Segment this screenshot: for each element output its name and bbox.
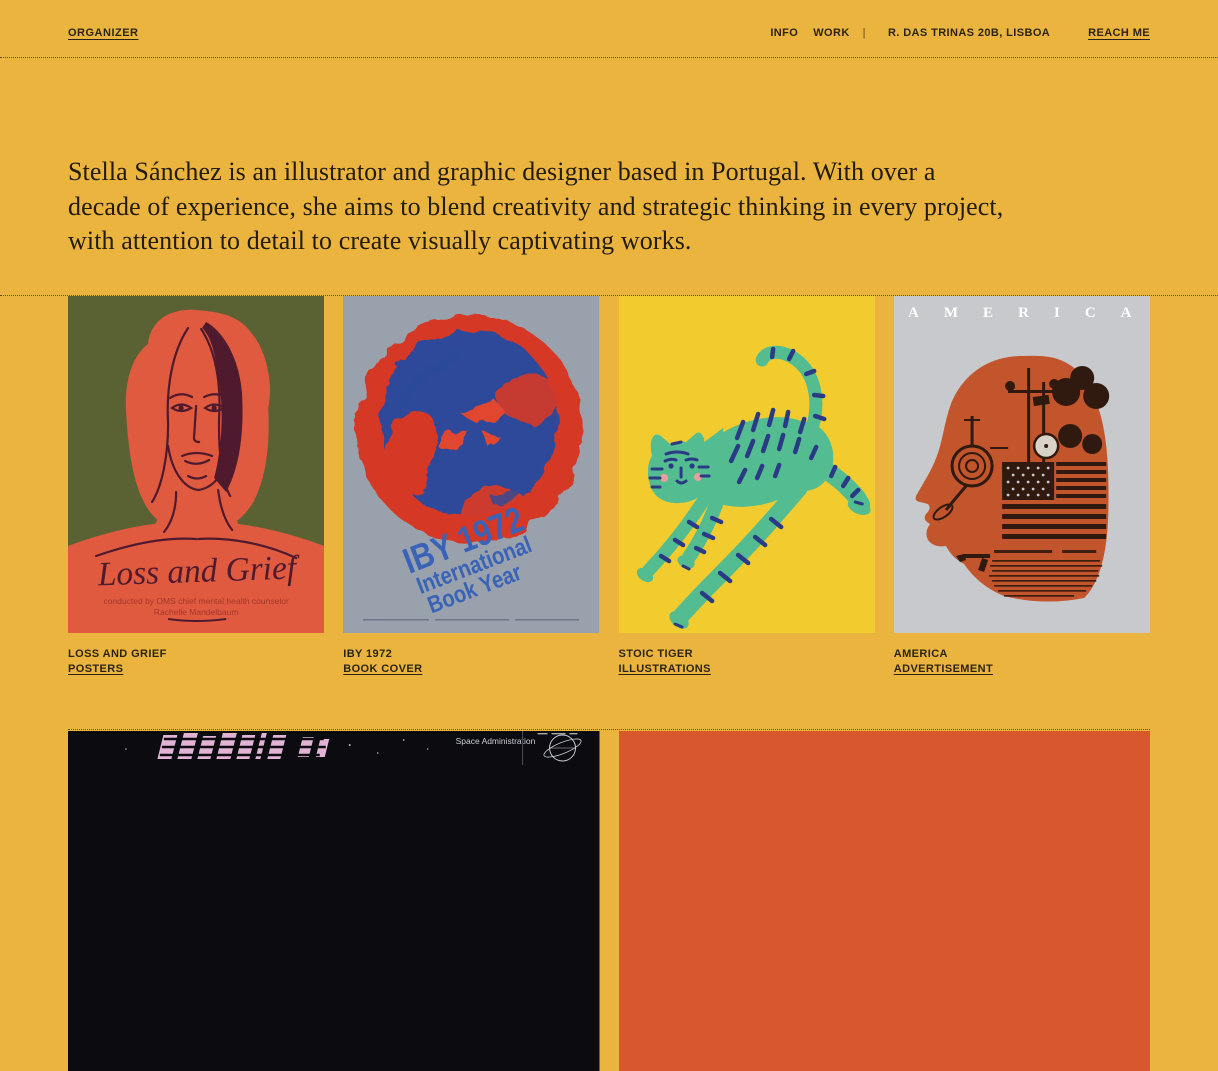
project-title: LOSS AND GRIEF: [68, 647, 324, 662]
intro-line: with attention to detail to create visua…: [68, 224, 1150, 259]
project-category-link[interactable]: ILLUSTRATIONS: [619, 662, 711, 677]
project-title: AMERICA: [894, 647, 1150, 662]
project-caption: LOSS AND GRIEF POSTERS: [68, 647, 324, 677]
america-poster-art: AMERICA: [894, 296, 1150, 633]
project-thumbnail-loss-and-grief[interactable]: Loss and Grief conducted by OMS chief me…: [68, 296, 324, 633]
intro-line: Stella Sánchez is an illustrator and gra…: [68, 155, 1150, 190]
iby-fine-print: [363, 619, 579, 621]
project-thumbnail-america[interactable]: AMERICA: [894, 296, 1150, 633]
nav-item-work[interactable]: WORK: [813, 27, 849, 39]
project-card-stoic-tiger: STOIC TIGER ILLUSTRATIONS: [619, 296, 875, 677]
project-thumbnail-orange[interactable]: [619, 731, 1151, 1071]
section-divider: [68, 729, 1150, 730]
space-poster-art: Space Administration: [68, 731, 600, 1071]
loss-and-grief-title-text: Loss and Grief: [96, 549, 301, 593]
gallery-row-2: Space Administration: [68, 731, 1150, 1071]
project-title: IBY 1972: [343, 647, 599, 662]
project-caption: STOIC TIGER ILLUSTRATIONS: [619, 647, 875, 677]
project-caption: AMERICA ADVERTISEMENT: [894, 647, 1150, 677]
project-card-iby-1972: IBY 1972 International Book Year IBY 197…: [343, 296, 599, 677]
project-caption: IBY 1972 BOOK COVER: [343, 647, 599, 677]
orange-poster-art: [619, 731, 1151, 1071]
intro-line: decade of experience, she aims to blend …: [68, 190, 1150, 225]
project-card-loss-and-grief: Loss and Grief conducted by OMS chief me…: [68, 296, 324, 677]
project-title: STOIC TIGER: [619, 647, 875, 662]
loss-and-grief-credit-text: Rachelle Mandelbaum: [154, 607, 239, 617]
loss-and-grief-credit-text: conducted by OMS chief mental health cou…: [103, 596, 288, 606]
project-card-america: AMERICA: [894, 296, 1150, 677]
project-thumbnail-stoic-tiger[interactable]: [619, 296, 875, 633]
gallery-row-1: Loss and Grief conducted by OMS chief me…: [68, 296, 1150, 677]
header-nav: INFO WORK | R. DAS TRINAS 20B, LISBOA RE…: [770, 27, 1150, 39]
iby-1972-poster-art: IBY 1972 International Book Year: [343, 296, 599, 633]
america-title-text: AMERICA: [908, 305, 1150, 321]
reach-me-link[interactable]: REACH ME: [1088, 27, 1150, 39]
site-header: ORGANIZER INFO WORK | R. DAS TRINAS 20B,…: [0, 0, 1218, 58]
nav-separator: |: [863, 27, 866, 39]
brand-link[interactable]: ORGANIZER: [68, 27, 139, 39]
space-poster-caption-text: Space Administration: [456, 735, 536, 745]
loss-and-grief-poster-art: Loss and Grief conducted by OMS chief me…: [68, 296, 324, 633]
project-thumbnail-space[interactable]: Space Administration: [68, 731, 600, 1071]
project-thumbnail-iby-1972[interactable]: IBY 1972 International Book Year: [343, 296, 599, 633]
project-category-link[interactable]: ADVERTISEMENT: [894, 662, 993, 677]
project-category-link[interactable]: POSTERS: [68, 662, 123, 677]
nav-item-info[interactable]: INFO: [770, 27, 798, 39]
stoic-tiger-poster-art: [619, 296, 875, 633]
project-category-link[interactable]: BOOK COVER: [343, 662, 422, 677]
studio-address: R. DAS TRINAS 20B, LISBOA: [888, 27, 1050, 39]
intro-statement: Stella Sánchez is an illustrator and gra…: [68, 155, 1150, 259]
project-gallery: Loss and Grief conducted by OMS chief me…: [0, 296, 1218, 1071]
